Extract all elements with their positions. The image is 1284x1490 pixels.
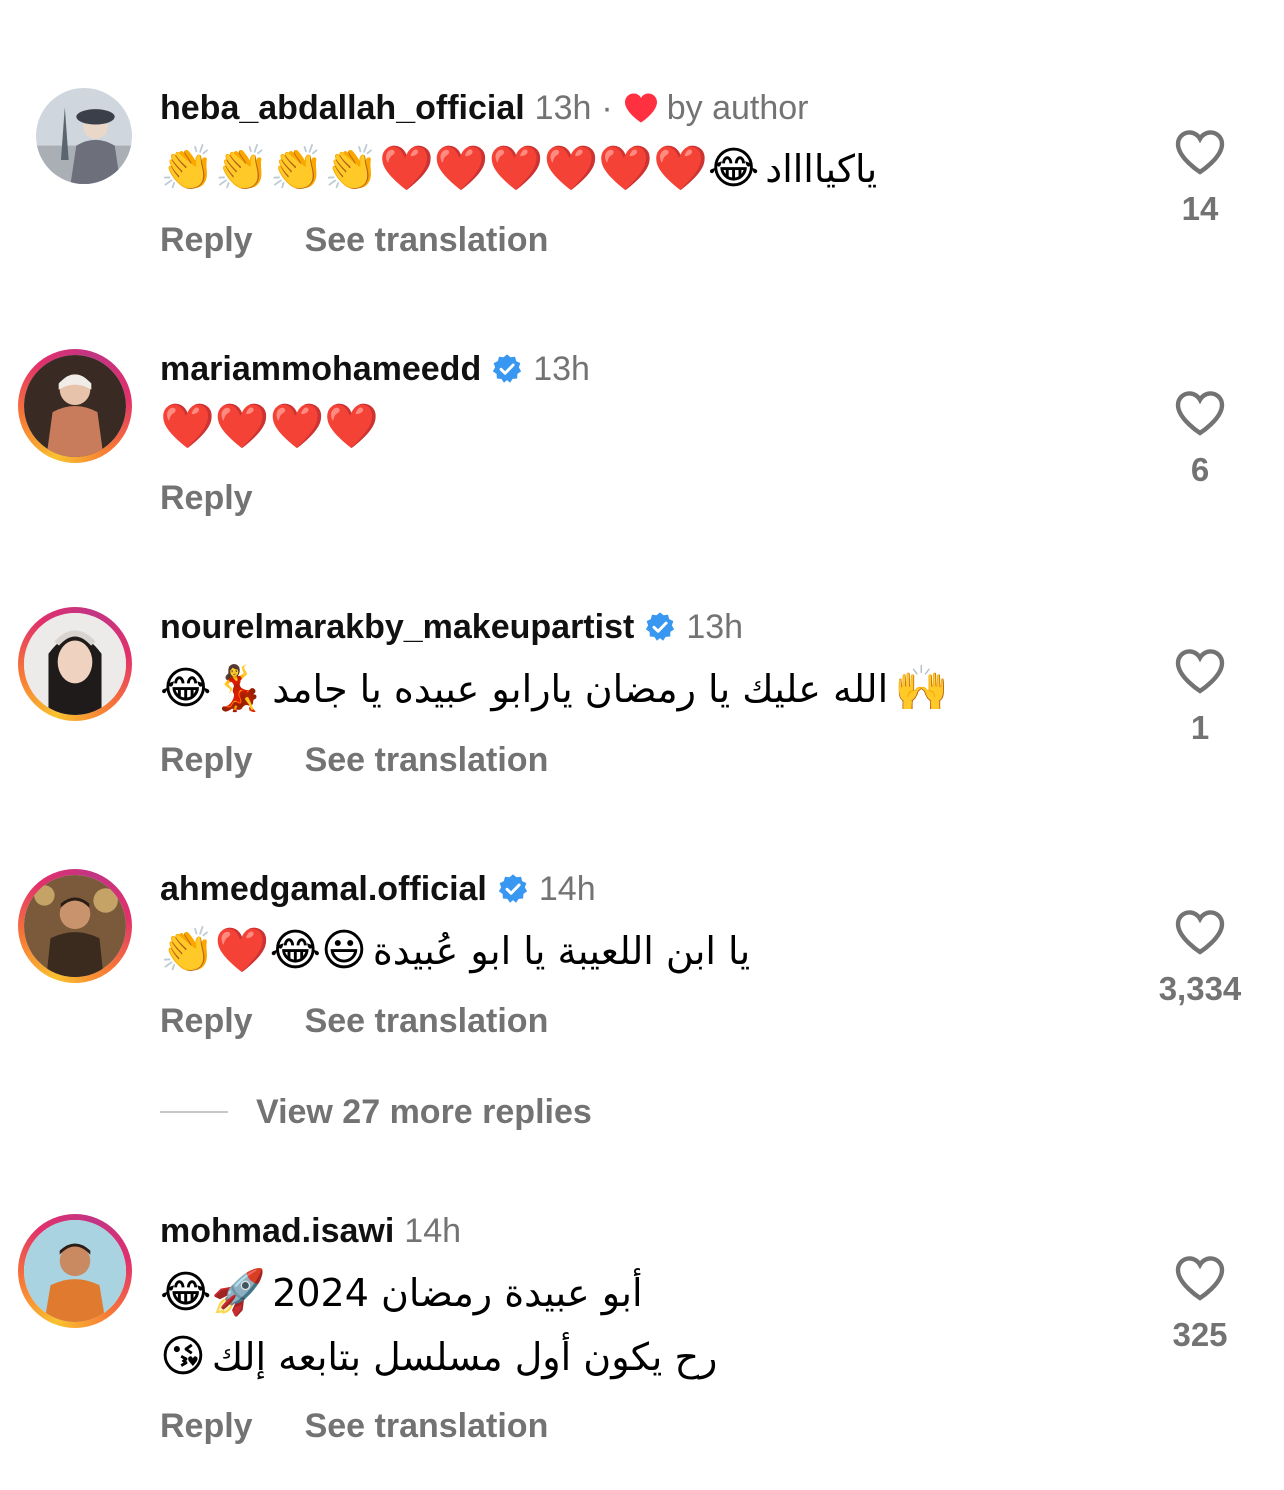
comment-actions: Reply See translation [160, 218, 548, 262]
avatar[interactable] [18, 869, 132, 983]
see-translation-button[interactable]: See translation [305, 1002, 549, 1041]
avatar-photo [36, 88, 132, 184]
like-count: 6 [1190, 451, 1210, 488]
comment-text: 😂🚀 أبو عبيدة رمضان 2024 [160, 1262, 649, 1324]
avatar-photo [24, 613, 126, 715]
avatar[interactable] [18, 349, 132, 463]
username[interactable]: heba_abdallah_official [160, 89, 525, 128]
avatar[interactable] [18, 607, 132, 721]
heart-outline-icon[interactable] [1174, 647, 1226, 695]
reply-button[interactable]: Reply [160, 741, 253, 780]
comment-actions: Reply [160, 476, 253, 520]
reply-button[interactable]: Reply [160, 221, 253, 260]
comment-emojis-trailing: 🙌 [894, 664, 949, 713]
heart-outline-icon[interactable] [1174, 389, 1226, 437]
reply-button[interactable]: Reply [160, 1002, 253, 1041]
comment-arabic-text: الله عليك يا رمضان يارابو عبيده يا جامد [272, 667, 889, 711]
heart-outline-icon[interactable] [1174, 128, 1226, 176]
like-count: 1 [1190, 709, 1210, 746]
view-more-replies-button[interactable]: View 27 more replies [160, 1090, 592, 1134]
comment-text: 😂💃 الله عليك يا رمضان يارابو عبيده يا جا… [160, 658, 949, 720]
heart-filled-icon [624, 93, 657, 123]
like-control: 1 [1140, 647, 1260, 747]
comment-header: nourelmarakby_makeupartist 13h [160, 605, 743, 649]
see-translation-button[interactable]: See translation [305, 741, 549, 780]
view-more-replies-label: View 27 more replies [256, 1092, 592, 1131]
timestamp: 14h [404, 1211, 462, 1250]
separator-dot: · [601, 88, 613, 127]
like-control: 3,334 [1140, 908, 1260, 1008]
like-control: 6 [1140, 389, 1260, 489]
timestamp: 13h [686, 607, 744, 646]
comment-arabic-text: ياكيااااد [765, 147, 878, 191]
avatar[interactable] [18, 1214, 132, 1328]
comment-arabic-text: رح يكون أول مسلسل بتابعه إلك [211, 1335, 718, 1379]
verified-badge-icon [493, 354, 522, 383]
like-count: 3,334 [1158, 970, 1242, 1007]
timestamp: 13h [534, 88, 592, 127]
like-count: 14 [1181, 190, 1219, 227]
verified-badge-icon [646, 612, 675, 641]
comment-emojis: 😂💃 [160, 664, 267, 713]
like-control: 325 [1140, 1254, 1260, 1354]
divider-line [160, 1111, 228, 1113]
username[interactable]: ahmedgamal.official [160, 870, 487, 909]
heart-outline-icon[interactable] [1174, 1254, 1226, 1302]
comment-text: ❤️❤️❤️❤️ [160, 396, 379, 458]
comment-header: ahmedgamal.official 14h [160, 867, 596, 911]
comment-header: mohmad.isawi 14h [160, 1209, 461, 1253]
see-translation-button[interactable]: See translation [305, 221, 549, 260]
username[interactable]: mohmad.isawi [160, 1212, 394, 1251]
like-control: 14 [1140, 128, 1260, 228]
comment-emojis: 😂🚀 [160, 1268, 267, 1317]
comment-header: mariammohameedd 13h [160, 347, 590, 391]
comment-emojis: 👏👏👏👏❤️❤️❤️❤️❤️❤️😂 [160, 144, 760, 193]
avatar-photo [24, 875, 126, 977]
comment-arabic-text: أبو عبيدة رمضان 2024 [272, 1271, 643, 1315]
comment-emojis: 😘 [160, 1332, 206, 1381]
comment-actions: Reply See translation [160, 1404, 548, 1448]
username[interactable]: mariammohameedd [160, 350, 481, 389]
timestamp: 14h [538, 869, 596, 908]
comment-actions: Reply See translation [160, 738, 548, 782]
reply-button[interactable]: Reply [160, 479, 253, 518]
verified-badge-icon [498, 874, 528, 903]
comment-text: 👏❤️😂😃 يا ابن اللعيبة يا ابو عُبيدة [160, 920, 756, 982]
see-translation-button[interactable]: See translation [305, 1407, 549, 1446]
comment-text-line-2: 😘 رح يكون أول مسلسل بتابعه إلك [160, 1326, 723, 1388]
avatar-photo [24, 355, 126, 457]
comment-header: heba_abdallah_official 13h · by author [160, 86, 809, 130]
comment-emojis: ❤️❤️❤️❤️ [160, 402, 380, 451]
heart-outline-icon[interactable] [1174, 908, 1226, 956]
like-count: 325 [1172, 1316, 1228, 1353]
comment-actions: Reply See translation [160, 999, 548, 1043]
timestamp: 13h [533, 349, 590, 388]
comment-text: 👏👏👏👏❤️❤️❤️❤️❤️❤️😂 ياكيااااد [160, 138, 883, 200]
avatar[interactable] [36, 88, 132, 184]
comment-arabic-text: يا ابن اللعيبة يا ابو عُبيدة [372, 929, 751, 973]
by-author-label: by author [666, 88, 809, 127]
avatar-photo [24, 1220, 126, 1322]
reply-button[interactable]: Reply [160, 1407, 253, 1446]
username[interactable]: nourelmarakby_makeupartist [160, 608, 634, 647]
comment-emojis: 👏❤️😂😃 [160, 926, 367, 975]
